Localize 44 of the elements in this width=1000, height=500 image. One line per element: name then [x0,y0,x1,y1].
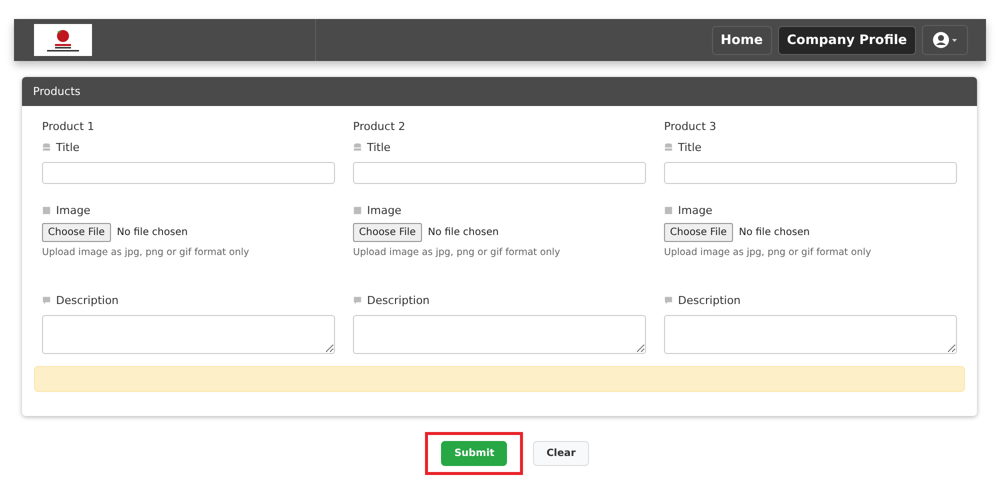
database-icon [353,143,362,152]
comment-icon [353,296,362,305]
upload-hint: Upload image as jpg, png or gif format only [664,247,872,258]
description-textarea[interactable] [353,315,646,354]
product-heading: Product 1 [42,120,96,133]
field-label: Image [678,204,712,217]
choose-file-button[interactable]: Choose File [353,223,422,242]
caret-icon [952,38,957,42]
title-input[interactable] [353,162,646,184]
product-heading: Product 2 [353,120,406,133]
logo-image[interactable] [34,24,92,56]
file-status: No file chosen [738,227,810,238]
user-icon [933,32,949,48]
nav-link[interactable]: Company Profile [778,26,916,54]
comment-icon [42,296,51,305]
image-icon [664,206,673,215]
field-label: Title [678,141,702,154]
field-label: Title [367,141,391,154]
field-label: Image [56,204,90,217]
database-icon [664,143,673,152]
title-input[interactable] [664,162,957,184]
upload-hint: Upload image as jpg, png or gif format only [353,247,562,258]
user-menu-button[interactable] [922,25,968,55]
form-button[interactable]: Clear [533,441,589,466]
choose-file-button[interactable]: Choose File [42,223,111,242]
description-textarea[interactable] [664,315,957,354]
upload-hint: Upload image as jpg, png or gif format only [42,247,250,258]
field-label: Description [367,294,430,307]
field-label: Title [56,141,80,154]
field-label: Description [678,294,741,307]
image-icon [42,206,51,215]
product-heading: Product 3 [664,120,718,133]
database-icon [42,143,51,152]
image-icon [353,206,362,215]
title-input[interactable] [42,162,335,184]
nav-link[interactable]: Home [712,26,772,54]
comment-icon [664,296,673,305]
file-status: No file chosen [428,227,499,238]
file-status: No file chosen [116,227,188,238]
field-label: Image [367,204,402,217]
choose-file-button[interactable]: Choose File [664,223,733,242]
description-textarea[interactable] [42,315,335,354]
field-label: Description [56,294,119,307]
card-header: Products [22,77,977,106]
